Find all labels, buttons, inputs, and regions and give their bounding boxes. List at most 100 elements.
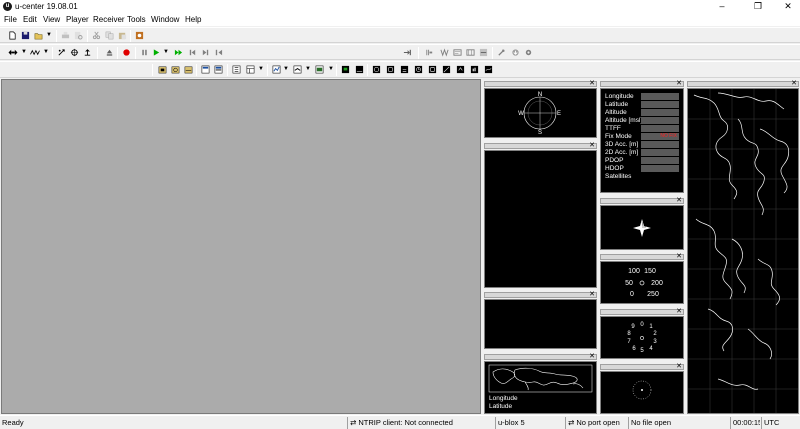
- world-map-view-icon[interactable]: [184, 65, 193, 74]
- sky-view-icon[interactable]: [171, 65, 180, 74]
- google-earth-icon[interactable]: [293, 65, 302, 74]
- compass-view-titlebar[interactable]: ✕: [484, 80, 597, 87]
- skyview-titlebar[interactable]: ✕: [484, 142, 597, 149]
- connection-dropdown-icon[interactable]: ▼: [21, 48, 27, 57]
- minimize-button[interactable]: –: [712, 0, 732, 13]
- step-forward-icon[interactable]: [201, 48, 210, 57]
- data-view-titlebar[interactable]: ✕: [600, 80, 684, 87]
- chart-view-icon[interactable]: [201, 65, 210, 74]
- speed-label-200: 200: [651, 280, 663, 287]
- signal-view-titlebar[interactable]: ✕: [484, 291, 597, 298]
- config-view-icon[interactable]: [479, 48, 488, 57]
- camera-dropdown-icon[interactable]: ▼: [328, 65, 334, 74]
- deviation-dropdown-icon[interactable]: ▼: [283, 65, 289, 74]
- histogram-view-icon[interactable]: [214, 65, 223, 74]
- clock-view-titlebar[interactable]: ✕: [600, 308, 684, 315]
- world-map-titlebar[interactable]: ✕: [687, 80, 799, 87]
- table-view-icon[interactable]: [232, 65, 241, 74]
- status-ntrip-cell: ⇄ NTRIP client: Not connected: [347, 417, 494, 429]
- data-row-3d-acc: 3D Acc. [m]: [605, 141, 639, 148]
- speed-view-titlebar[interactable]: ✕: [600, 253, 684, 260]
- toolbar-views: ▼ ▼ ▼ ▼: [0, 61, 800, 78]
- speed-label-100: 100: [628, 268, 640, 275]
- satellite-level-view-icon[interactable]: [470, 65, 479, 74]
- record-icon[interactable]: [122, 48, 131, 57]
- copy-icon[interactable]: [105, 31, 114, 40]
- google-earth-dropdown-icon[interactable]: ▼: [305, 65, 311, 74]
- map-view-titlebar[interactable]: ✕: [484, 353, 597, 360]
- compass-view-icon[interactable]: [372, 65, 381, 74]
- pause-icon[interactable]: [140, 48, 149, 57]
- dashboard-icon[interactable]: [341, 65, 350, 74]
- statistic-dropdown-icon[interactable]: ▼: [258, 65, 264, 74]
- heading-view-titlebar[interactable]: ✕: [600, 197, 684, 204]
- menu-player[interactable]: Player: [66, 15, 89, 24]
- settings-gear-icon[interactable]: [524, 48, 533, 57]
- new-file-icon[interactable]: [8, 31, 17, 40]
- toolbar-separator: [97, 47, 98, 59]
- signal-view-icon[interactable]: [355, 65, 364, 74]
- position-view-icon[interactable]: [428, 65, 437, 74]
- open-folder-icon[interactable]: [34, 31, 43, 40]
- text-console-icon[interactable]: [453, 48, 462, 57]
- toolbar-separator: [135, 47, 136, 59]
- heading-view-panel: [600, 205, 684, 250]
- save-icon[interactable]: [21, 31, 30, 40]
- heading-view-icon[interactable]: [456, 65, 465, 74]
- menu-help[interactable]: Help: [185, 15, 201, 24]
- toolbar-separator: [130, 30, 131, 42]
- cut-icon[interactable]: [92, 31, 101, 40]
- autobauding-icon[interactable]: [57, 48, 66, 57]
- polling-icon[interactable]: [70, 48, 79, 57]
- statistic-view-icon[interactable]: [246, 65, 255, 74]
- speed-gauge: 100 150 50 200 0 250: [625, 268, 663, 298]
- deviation-map-icon[interactable]: [272, 65, 281, 74]
- rewind-start-icon[interactable]: [214, 48, 223, 57]
- connection-icon[interactable]: [7, 48, 19, 57]
- toolbar-separator: [196, 64, 197, 76]
- speed-view-panel: 100 150 50 200 0 250: [600, 261, 684, 304]
- close-window-button[interactable]: ✕: [778, 0, 798, 13]
- binary-console-icon[interactable]: [440, 48, 449, 57]
- print-icon[interactable]: [61, 31, 70, 40]
- camera-view-icon[interactable]: [315, 65, 324, 74]
- fast-forward-icon[interactable]: [174, 48, 183, 57]
- print-preview-icon[interactable]: [74, 31, 83, 40]
- message-view-icon[interactable]: [425, 48, 434, 57]
- clock-label-0: 0: [640, 322, 644, 328]
- antenna-icon[interactable]: [83, 48, 92, 57]
- menu-tools[interactable]: Tools: [127, 15, 146, 24]
- clock-view-icon[interactable]: [414, 65, 423, 74]
- baudrate-icon[interactable]: [29, 48, 41, 57]
- play-icon[interactable]: [152, 48, 161, 57]
- paste-icon[interactable]: [118, 31, 127, 40]
- data-view-icon[interactable]: [158, 65, 167, 74]
- step-back-icon[interactable]: [188, 48, 197, 57]
- speed-label-0: 0: [630, 291, 634, 298]
- menu-file[interactable]: File: [4, 15, 17, 24]
- play-dropdown-icon[interactable]: ▼: [163, 48, 169, 57]
- menu-edit[interactable]: Edit: [23, 15, 37, 24]
- altimeter-view-titlebar[interactable]: ✕: [600, 363, 684, 370]
- altimeter-view-icon[interactable]: [400, 65, 409, 74]
- about-icon[interactable]: [135, 31, 144, 40]
- toolbar-separator: [117, 47, 118, 59]
- world-view-icon[interactable]: [484, 65, 493, 74]
- status-time: 00:00:15: [730, 417, 760, 429]
- status-file: No file open: [628, 417, 698, 429]
- sky-plot-view-icon[interactable]: [442, 65, 451, 74]
- menu-window[interactable]: Window: [151, 15, 179, 24]
- open-dropdown-icon[interactable]: ▼: [46, 31, 52, 40]
- baudrate-dropdown-icon[interactable]: ▼: [43, 48, 49, 57]
- packet-console-icon[interactable]: [466, 48, 475, 57]
- menu-view[interactable]: View: [43, 15, 60, 24]
- speed-view-icon[interactable]: [386, 65, 395, 74]
- value-box-hdop: [641, 165, 679, 172]
- maximize-button[interactable]: ❐: [748, 0, 768, 13]
- mdi-workspace[interactable]: [1, 79, 481, 414]
- menu-receiver[interactable]: Receiver: [93, 15, 125, 24]
- firmware-update-icon[interactable]: [511, 48, 520, 57]
- eject-icon[interactable]: [105, 48, 114, 57]
- go-end-icon[interactable]: [403, 48, 412, 57]
- tools-icon[interactable]: [497, 48, 506, 57]
